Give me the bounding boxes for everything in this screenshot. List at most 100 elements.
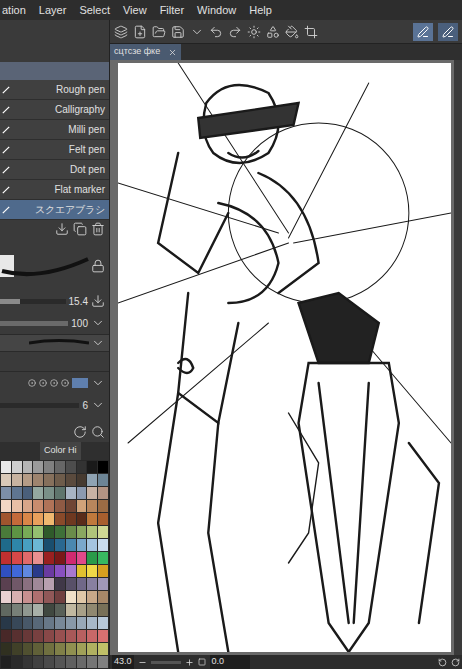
color-swatch[interactable]: [87, 617, 97, 629]
color-swatch[interactable]: [23, 513, 33, 525]
color-swatch[interactable]: [66, 487, 76, 499]
color-swatch[interactable]: [66, 591, 76, 603]
color-swatch[interactable]: [23, 604, 33, 616]
color-swatch[interactable]: [98, 513, 108, 525]
color-swatch[interactable]: [33, 617, 43, 629]
color-swatch[interactable]: [98, 578, 108, 590]
color-swatch[interactable]: [55, 526, 65, 538]
color-swatch[interactable]: [12, 552, 22, 564]
color-swatch[interactable]: [77, 513, 87, 525]
color-swatch[interactable]: [87, 474, 97, 486]
tip-arrow-icon[interactable]: [91, 376, 105, 390]
color-swatch[interactable]: [23, 630, 33, 642]
opacity-row[interactable]: 100: [0, 312, 109, 334]
open-icon[interactable]: [152, 25, 166, 39]
color-swatch[interactable]: [55, 630, 65, 642]
color-swatch[interactable]: [33, 643, 43, 655]
color-swatch[interactable]: [87, 487, 97, 499]
pen-mode-button[interactable]: [438, 23, 458, 41]
trash-icon[interactable]: [91, 222, 105, 236]
color-swatch[interactable]: [12, 565, 22, 577]
color-swatch[interactable]: [66, 552, 76, 564]
color-swatch[interactable]: [66, 513, 76, 525]
color-swatch[interactable]: [1, 604, 11, 616]
color-swatch[interactable]: [87, 591, 97, 603]
color-swatch[interactable]: [44, 474, 54, 486]
color-swatch[interactable]: [55, 461, 65, 473]
color-swatch[interactable]: [87, 461, 97, 473]
color-swatch[interactable]: [12, 630, 22, 642]
color-swatch[interactable]: [44, 526, 54, 538]
scrollbar[interactable]: [454, 60, 462, 655]
color-swatch[interactable]: [44, 565, 54, 577]
color-swatch[interactable]: [23, 487, 33, 499]
color-swatch[interactable]: [98, 604, 108, 616]
dot-shape-icon[interactable]: [61, 379, 69, 387]
color-swatch[interactable]: [33, 526, 43, 538]
color-swatch[interactable]: [98, 474, 108, 486]
color-swatch[interactable]: [44, 643, 54, 655]
color-swatch[interactable]: [33, 513, 43, 525]
canvas[interactable]: [118, 63, 451, 652]
layers-icon[interactable]: [114, 25, 128, 39]
selected-shape-box[interactable]: [72, 378, 88, 388]
document-tab[interactable]: сцтсзе фке: [110, 44, 181, 60]
dot-shape-icon[interactable]: [39, 379, 47, 387]
color-swatch[interactable]: [1, 617, 11, 629]
color-swatch[interactable]: [23, 539, 33, 551]
save-arrow-icon[interactable]: [190, 25, 204, 39]
color-swatch[interactable]: [23, 552, 33, 564]
color-swatch[interactable]: [55, 604, 65, 616]
color-swatch[interactable]: [1, 565, 11, 577]
menu-item[interactable]: Filter: [160, 2, 184, 19]
color-swatch[interactable]: [66, 630, 76, 642]
color-swatch[interactable]: [77, 500, 87, 512]
color-swatch[interactable]: [77, 565, 87, 577]
color-swatch[interactable]: [33, 552, 43, 564]
color-swatch[interactable]: [44, 500, 54, 512]
color-swatch[interactable]: [1, 539, 11, 551]
color-swatch[interactable]: [77, 552, 87, 564]
fit-icon[interactable]: [198, 658, 206, 666]
new-file-icon[interactable]: [133, 25, 147, 39]
color-swatch[interactable]: [87, 656, 97, 668]
color-swatch[interactable]: [87, 539, 97, 551]
color-swatch[interactable]: [12, 604, 22, 616]
color-swatch[interactable]: [33, 591, 43, 603]
color-swatch[interactable]: [33, 656, 43, 668]
color-swatch[interactable]: [1, 578, 11, 590]
palette-tab[interactable]: Color Hi: [40, 442, 81, 460]
color-swatch[interactable]: [23, 617, 33, 629]
color-swatch[interactable]: [33, 539, 43, 551]
color-swatch[interactable]: [1, 591, 11, 603]
color-swatch[interactable]: [66, 526, 76, 538]
search-icon[interactable]: [91, 425, 105, 439]
color-swatch[interactable]: [77, 643, 87, 655]
color-swatch[interactable]: [33, 565, 43, 577]
color-swatch[interactable]: [33, 474, 43, 486]
color-swatch[interactable]: [55, 474, 65, 486]
shape-icon[interactable]: [266, 25, 280, 39]
brush-shape-dropdown[interactable]: [0, 334, 109, 352]
count-row[interactable]: 6: [0, 394, 109, 416]
color-swatch[interactable]: [98, 643, 108, 655]
color-swatch[interactable]: [12, 526, 22, 538]
color-swatch[interactable]: [33, 604, 43, 616]
color-swatch[interactable]: [1, 500, 11, 512]
color-swatch[interactable]: [12, 617, 22, 629]
color-swatch[interactable]: [55, 552, 65, 564]
color-swatch[interactable]: [77, 617, 87, 629]
color-swatch[interactable]: [33, 461, 43, 473]
settings-icon[interactable]: [73, 425, 87, 439]
color-swatch[interactable]: [98, 461, 108, 473]
color-swatch[interactable]: [77, 474, 87, 486]
color-swatch[interactable]: [44, 656, 54, 668]
color-swatch[interactable]: [12, 500, 22, 512]
fill-icon[interactable]: [285, 25, 299, 39]
color-swatch[interactable]: [33, 500, 43, 512]
color-swatch[interactable]: [33, 630, 43, 642]
count-arrow-icon[interactable]: [91, 398, 105, 412]
color-swatch[interactable]: [87, 513, 97, 525]
color-swatch[interactable]: [33, 578, 43, 590]
save-icon[interactable]: [171, 25, 185, 39]
